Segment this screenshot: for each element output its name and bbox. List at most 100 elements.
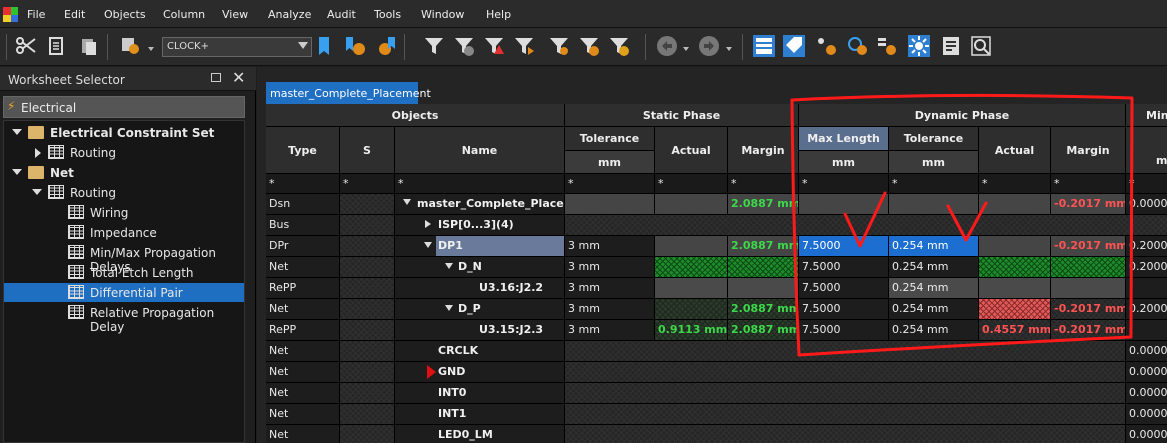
grid-view-icon[interactable]	[753, 35, 775, 57]
table-row-name[interactable]: D_N	[395, 257, 565, 278]
tree-item-relative-propagation-delay[interactable]: Relative Propagation Delay	[4, 303, 244, 334]
menu-analyze[interactable]: Analyze	[268, 8, 311, 21]
tag-icon[interactable]	[783, 35, 805, 57]
menu-view[interactable]: View	[222, 8, 248, 21]
table-row-name[interactable]: U3.16:J2.2	[395, 278, 565, 299]
table-row-name[interactable]: D_P	[395, 299, 565, 320]
copy-icon[interactable]	[45, 35, 67, 57]
filter-select-icon[interactable]	[120, 35, 142, 57]
filter-static-margin[interactable]: *	[728, 174, 799, 194]
filter-sort-icon[interactable]	[513, 35, 535, 57]
tree-item-wiring[interactable]: Wiring	[4, 203, 244, 222]
menu-window[interactable]: Window	[421, 8, 464, 21]
menu-help[interactable]: Help	[486, 8, 511, 21]
filter-max-length[interactable]: *	[799, 174, 889, 194]
cell-static-tolerance[interactable]	[565, 194, 655, 215]
cell-dynamic-tolerance[interactable]: 0.254 mm	[889, 320, 979, 341]
clock-select[interactable]: CLOCK+	[162, 37, 312, 57]
category-electrical[interactable]: ⚡ Electrical	[3, 96, 245, 118]
header-dynamic-actual[interactable]: Actual	[979, 127, 1051, 174]
header-static-actual[interactable]: Actual	[655, 127, 728, 174]
collapse-icon[interactable]	[425, 220, 431, 228]
cell-dynamic-tolerance[interactable]	[889, 194, 979, 215]
filter-min-spacing[interactable]: *	[1126, 174, 1167, 194]
chevron-down-icon[interactable]	[148, 47, 154, 51]
header-static-margin[interactable]: Margin	[728, 127, 799, 174]
tree-item-impedance[interactable]: Impedance	[4, 223, 244, 242]
filter-funnel-icon[interactable]	[453, 35, 475, 57]
chevron-down-icon[interactable]	[726, 47, 732, 51]
tree-item-net-routing[interactable]: Routing	[4, 183, 244, 202]
cut-icon[interactable]	[15, 35, 37, 57]
chevron-down-icon[interactable]	[683, 47, 689, 51]
table-row-name[interactable]: GND	[395, 362, 565, 383]
header-static-tolerance[interactable]: Tolerance	[565, 127, 655, 151]
filter-name[interactable]: *	[395, 174, 565, 194]
cell-static-tolerance[interactable]: 3 mm	[565, 236, 655, 257]
cell-max-length[interactable]: 7.5000	[799, 236, 889, 257]
filter-static-actual[interactable]: *	[655, 174, 728, 194]
node-icon[interactable]	[846, 35, 868, 57]
cell-min-spacing[interactable]: 0.0000	[1126, 362, 1167, 383]
cell-max-length[interactable]: 7.5000	[799, 299, 889, 320]
tree-item-routing[interactable]: Routing	[4, 143, 244, 162]
table-row-name[interactable]: U3.15:J2.3	[395, 320, 565, 341]
filter-dynamic-tolerance[interactable]: *	[889, 174, 979, 194]
bookmark-prev-icon[interactable]	[374, 35, 396, 57]
filter-icon[interactable]	[423, 35, 445, 57]
menu-tools[interactable]: Tools	[374, 8, 401, 21]
cell-min-spacing[interactable]: 0.0000	[1126, 194, 1167, 215]
expand-icon[interactable]	[12, 129, 22, 135]
filter-dynamic-actual[interactable]: *	[979, 174, 1051, 194]
paste-icon[interactable]	[78, 35, 100, 57]
table-row-name[interactable]: ISP[0...3](4)	[395, 215, 565, 236]
search-icon[interactable]	[970, 35, 992, 57]
cell-min-spacing[interactable]: 0.0000	[1126, 425, 1167, 443]
header-name[interactable]: Name	[395, 127, 565, 174]
sheet-tab[interactable]: master_Complete_Placement	[266, 82, 431, 104]
cell-max-length[interactable]	[799, 194, 889, 215]
tree-item-total-etch-length[interactable]: Total Etch Length	[4, 263, 244, 282]
menu-objects[interactable]: Objects	[104, 8, 146, 21]
table-row-name[interactable]: DP1	[395, 236, 565, 257]
filter-static-tolerance[interactable]: *	[565, 174, 655, 194]
cell-min-spacing[interactable]	[1126, 320, 1167, 341]
cell-dynamic-tolerance[interactable]: 0.254 mm	[889, 236, 979, 257]
expand-icon[interactable]	[12, 169, 22, 175]
table-row-name[interactable]: LED0_LM	[395, 425, 565, 443]
cell-static-tolerance[interactable]: 3 mm	[565, 320, 655, 341]
cell-min-spacing[interactable]: 0.0000	[1126, 341, 1167, 362]
tree-item-electrical-constraint-set[interactable]: Electrical Constraint Set	[4, 123, 244, 142]
expand-icon[interactable]	[403, 199, 411, 205]
cell-min-spacing[interactable]: 0.0000	[1126, 383, 1167, 404]
network-icon[interactable]	[815, 35, 837, 57]
expand-icon[interactable]	[32, 189, 42, 195]
menu-edit[interactable]: Edit	[64, 8, 85, 21]
redo-icon[interactable]	[698, 35, 720, 57]
cell-static-tolerance[interactable]: 3 mm	[565, 278, 655, 299]
cell-max-length[interactable]: 7.5000	[799, 320, 889, 341]
expand-icon[interactable]	[424, 242, 432, 248]
expand-icon[interactable]	[445, 263, 453, 269]
settings-sun-icon[interactable]	[908, 35, 930, 57]
filter-bars-icon[interactable]	[608, 35, 630, 57]
filter-type[interactable]: *	[266, 174, 340, 194]
menu-column[interactable]: Column	[163, 8, 205, 21]
cell-dynamic-tolerance[interactable]: 0.254 mm	[889, 278, 979, 299]
cell-dynamic-tolerance[interactable]: 0.254 mm	[889, 257, 979, 278]
report-icon[interactable]	[940, 35, 962, 57]
cell-min-spacing[interactable]	[1126, 278, 1167, 299]
header-max-length[interactable]: Max Length	[799, 127, 889, 151]
header-dynamic-margin[interactable]: Margin	[1051, 127, 1126, 174]
close-icon[interactable]: ✕	[232, 69, 245, 87]
header-type[interactable]: Type	[266, 127, 340, 174]
cell-max-length[interactable]: 7.5000	[799, 257, 889, 278]
properties-icon[interactable]	[876, 35, 898, 57]
cell-min-spacing[interactable]: 0.0000	[1126, 404, 1167, 425]
bookmark-icon[interactable]	[313, 35, 335, 57]
undo-icon[interactable]	[656, 35, 678, 57]
filter-s[interactable]: *	[340, 174, 395, 194]
cell-max-length[interactable]: 7.5000	[799, 278, 889, 299]
cell-static-tolerance[interactable]: 3 mm	[565, 299, 655, 320]
cell-static-tolerance[interactable]: 3 mm	[565, 257, 655, 278]
